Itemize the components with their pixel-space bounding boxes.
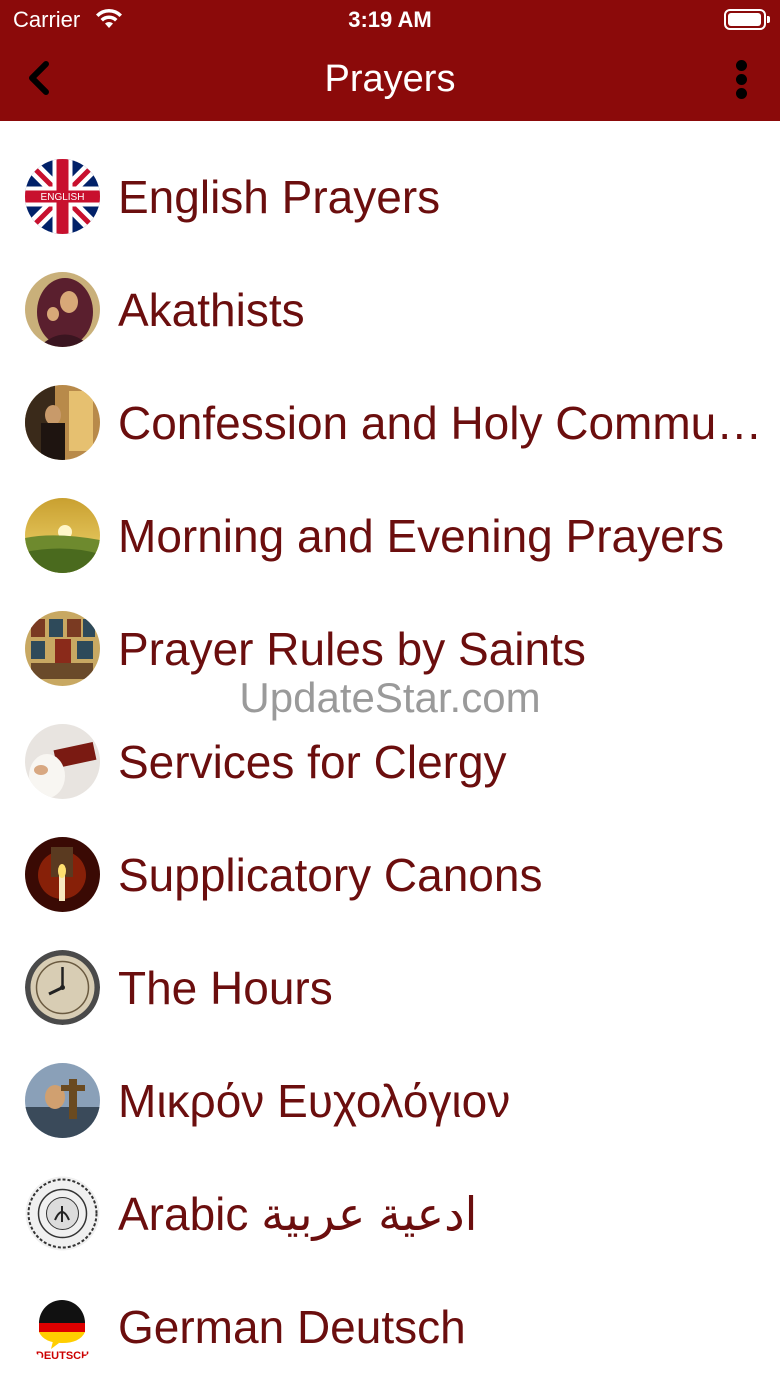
list-item-prayer-rules-saints[interactable]: Prayer Rules by Saints xyxy=(0,573,780,686)
svg-text:DEUTSCH: DEUTSCH xyxy=(36,1350,89,1362)
candle-icon-image xyxy=(25,837,100,912)
status-bar: Carrier 3:19 AM xyxy=(0,0,780,40)
list-item-akathists[interactable]: Akathists xyxy=(0,234,780,347)
more-options-button[interactable] xyxy=(724,58,760,102)
clock-face-image xyxy=(25,950,100,1025)
clergy-book-image xyxy=(25,724,100,799)
list-item-label: Arabic ادعية عربية xyxy=(118,1188,478,1240)
list-item-supplicatory-canons[interactable]: Supplicatory Canons xyxy=(0,799,780,912)
status-time: 3:19 AM xyxy=(348,7,432,32)
list-item-german[interactable]: DEUTSCH German Deutsch xyxy=(0,1251,780,1364)
list-item-label: Services for Clergy xyxy=(118,736,507,788)
list-item-label: German Deutsch xyxy=(118,1301,466,1353)
blessing-photo-image xyxy=(25,1063,100,1138)
uk-flag-icon: ENGLISH xyxy=(25,159,100,234)
list-item-the-hours[interactable]: The Hours xyxy=(0,912,780,1025)
list-item-label: Morning and Evening Prayers xyxy=(118,510,724,562)
icon-theotokos-image xyxy=(25,272,100,347)
navigation-bar: Prayers xyxy=(0,40,780,121)
list-item-label: English Prayers xyxy=(118,171,441,223)
list-item-label: Supplicatory Canons xyxy=(118,849,543,901)
list-item-label: Akathists xyxy=(118,284,305,336)
arabic-calligraphy-seal-image xyxy=(25,1176,100,1251)
page-title: Prayers xyxy=(324,58,456,100)
list-item-confession-communion[interactable]: Confession and Holy Communion xyxy=(0,347,780,460)
list-item-arabic[interactable]: Arabic ادعية عربية xyxy=(0,1138,780,1251)
german-flag-icon: DEUTSCH xyxy=(25,1289,100,1364)
battery-icon xyxy=(724,9,770,30)
svg-text:ENGLISH: ENGLISH xyxy=(41,192,85,203)
list-item-label: The Hours xyxy=(118,962,333,1014)
sunrise-landscape-image xyxy=(25,498,100,573)
app-header: Carrier 3:19 AM Prayers xyxy=(0,0,780,121)
list-item-english-prayers[interactable]: ENGLISH English Prayers xyxy=(0,121,780,234)
watermark-text: UpdateStar.com xyxy=(239,674,541,721)
list-item-mikron-euchologion[interactable]: Μικρόν Ευχολόγιον xyxy=(0,1025,780,1138)
list-item-label: Prayer Rules by Saints xyxy=(118,623,586,675)
list-item-label: Confession and Holy Communion xyxy=(118,397,780,449)
list-item-morning-evening[interactable]: Morning and Evening Prayers xyxy=(0,460,780,573)
church-interior-image xyxy=(25,385,100,460)
list-item-label: Μικρόν Ευχολόγιον xyxy=(118,1075,511,1127)
more-vertical-icon xyxy=(736,60,747,71)
